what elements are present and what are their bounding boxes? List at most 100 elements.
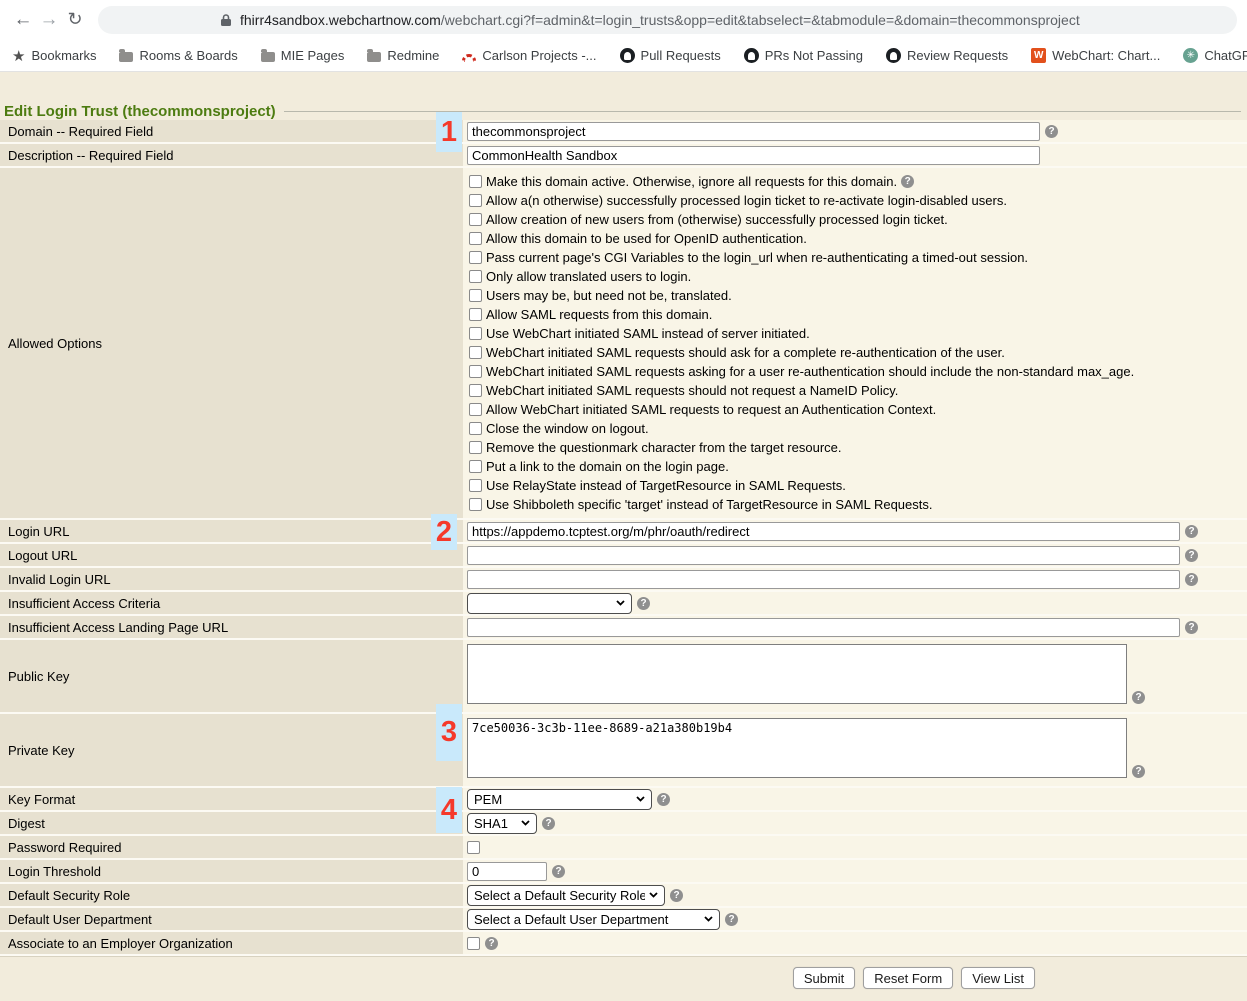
- bookmark-item[interactable]: MIE Pages: [261, 48, 345, 63]
- back-icon[interactable]: [10, 9, 36, 31]
- default-user-department-select[interactable]: Select a Default User Department: [467, 909, 720, 930]
- public-key-label: Public Key: [0, 640, 463, 712]
- help-icon[interactable]: [1185, 621, 1198, 634]
- address-bar[interactable]: fhirr4sandbox.webchartnow.com/webchart.c…: [98, 6, 1237, 34]
- insufficient-access-criteria-select[interactable]: [467, 593, 632, 614]
- bookmark-item[interactable]: Pull Requests: [620, 48, 721, 63]
- bookmark-item[interactable]: Rooms & Boards: [119, 48, 237, 63]
- default-security-role-label: Default Security Role: [0, 884, 463, 906]
- domain-input[interactable]: [467, 122, 1040, 141]
- allowed-options-list: Make this domain active. Otherwise, igno…: [463, 168, 1247, 518]
- help-icon[interactable]: [1185, 549, 1198, 562]
- help-icon[interactable]: [542, 817, 555, 830]
- bookmark-item[interactable]: PRs Not Passing: [744, 48, 863, 63]
- help-icon[interactable]: [1185, 525, 1198, 538]
- allowed-option-checkbox[interactable]: [469, 441, 482, 454]
- help-icon[interactable]: [1132, 691, 1145, 704]
- logout-url-input[interactable]: [467, 546, 1180, 565]
- allowed-option-checkbox[interactable]: [469, 270, 482, 283]
- allowed-option-label: Users may be, but need not be, translate…: [486, 288, 732, 303]
- associate-employer-org-checkbox[interactable]: [467, 937, 480, 950]
- annotation-step-1: 1: [436, 112, 462, 152]
- row-default-user-department: Default User Department Select a Default…: [0, 908, 1247, 932]
- password-required-checkbox[interactable]: [467, 841, 480, 854]
- private-key-textarea[interactable]: 7ce50036-3c3b-11ee-8689-a21a380b19b4: [467, 718, 1127, 778]
- domain-label: Domain -- Required Field: [0, 120, 463, 142]
- allowed-option-checkbox[interactable]: [469, 327, 482, 340]
- invalid-login-url-input[interactable]: [467, 570, 1180, 589]
- allowed-option-checkbox[interactable]: [469, 251, 482, 264]
- allowed-option-checkbox[interactable]: [469, 498, 482, 511]
- reset-form-button[interactable]: Reset Form: [863, 967, 953, 989]
- allowed-option: Pass current page's CGI Variables to the…: [469, 248, 1247, 267]
- allowed-option-checkbox[interactable]: [469, 308, 482, 321]
- insufficient-access-landing-input[interactable]: [467, 618, 1180, 637]
- row-description: Description -- Required Field: [0, 144, 1247, 168]
- help-icon[interactable]: [1132, 765, 1145, 778]
- chevron-down-icon: [649, 892, 658, 898]
- allowed-option-checkbox[interactable]: [469, 232, 482, 245]
- description-input[interactable]: [467, 146, 1040, 165]
- allowed-option: WebChart initiated SAML requests asking …: [469, 362, 1247, 381]
- view-list-button[interactable]: View List: [961, 967, 1035, 989]
- help-icon[interactable]: [552, 865, 565, 878]
- allowed-option: Allow this domain to be used for OpenID …: [469, 229, 1247, 248]
- digest-select[interactable]: SHA1: [467, 813, 537, 834]
- row-allowed-options: Allowed Options Make this domain active.…: [0, 168, 1247, 520]
- chevron-down-icon: [616, 600, 625, 606]
- form-legend: Edit Login Trust (thecommonsproject): [0, 72, 1247, 120]
- allowed-option-label: Allow SAML requests from this domain.: [486, 307, 712, 322]
- allowed-option-checkbox[interactable]: [469, 403, 482, 416]
- bookmark-item[interactable]: Redmine: [367, 48, 439, 63]
- bookmark-item[interactable]: ChatGPT: [1183, 48, 1247, 63]
- chevron-down-icon: [636, 796, 645, 802]
- key-format-select[interactable]: PEM: [467, 789, 652, 810]
- help-icon[interactable]: [1045, 125, 1058, 138]
- chevron-down-icon: [521, 820, 530, 826]
- allowed-option-checkbox[interactable]: [469, 213, 482, 226]
- reload-icon[interactable]: [62, 9, 88, 31]
- bookmark-label: Review Requests: [907, 48, 1008, 63]
- row-private-key: Private Key 7ce50036-3c3b-11ee-8689-a21a…: [0, 714, 1247, 788]
- bookmark-item[interactable]: Review Requests: [886, 48, 1008, 63]
- allowed-option-label: Allow a(n otherwise) successfully proces…: [486, 193, 1007, 208]
- allowed-option-checkbox[interactable]: [469, 460, 482, 473]
- forward-icon[interactable]: [36, 9, 62, 31]
- allowed-option-checkbox[interactable]: [469, 289, 482, 302]
- row-invalid-login-url: Invalid Login URL: [0, 568, 1247, 592]
- allowed-option-checkbox[interactable]: [469, 479, 482, 492]
- bookmark-item[interactable]: Bookmarks: [12, 47, 96, 65]
- allowed-option-checkbox[interactable]: [469, 422, 482, 435]
- default-security-role-select[interactable]: Select a Default Security Role: [467, 885, 665, 906]
- allowed-option-checkbox[interactable]: [469, 194, 482, 207]
- login-threshold-input[interactable]: [467, 862, 547, 881]
- public-key-textarea[interactable]: [467, 644, 1127, 704]
- help-icon[interactable]: [670, 889, 683, 902]
- allowed-option-label: Pass current page's CGI Variables to the…: [486, 250, 1028, 265]
- url-text[interactable]: fhirr4sandbox.webchartnow.com/webchart.c…: [240, 12, 1080, 28]
- help-icon[interactable]: [637, 597, 650, 610]
- submit-button[interactable]: Submit: [793, 967, 855, 989]
- row-password-required: Password Required: [0, 836, 1247, 860]
- allowed-option-label: Put a link to the domain on the login pa…: [486, 459, 729, 474]
- allowed-option-checkbox[interactable]: [469, 346, 482, 359]
- bookmark-label: MIE Pages: [281, 48, 345, 63]
- allowed-option-checkbox[interactable]: [469, 384, 482, 397]
- help-icon[interactable]: [657, 793, 670, 806]
- bookmark-item[interactable]: WebChart: Chart...: [1031, 48, 1160, 63]
- help-icon[interactable]: [485, 937, 498, 950]
- lock-icon[interactable]: [220, 13, 232, 27]
- login-url-input[interactable]: [467, 522, 1180, 541]
- allowed-option: Remove the questionmark character from t…: [469, 438, 1247, 457]
- row-logout-url: Logout URL: [0, 544, 1247, 568]
- help-icon[interactable]: [901, 175, 914, 188]
- allowed-options-label: Allowed Options: [0, 168, 463, 518]
- bookmark-label: WebChart: Chart...: [1052, 48, 1160, 63]
- associate-employer-org-label: Associate to an Employer Organization: [0, 932, 463, 954]
- allowed-option-checkbox[interactable]: [469, 175, 482, 188]
- row-associate-employer-org: Associate to an Employer Organization: [0, 932, 1247, 956]
- help-icon[interactable]: [725, 913, 738, 926]
- bookmark-item[interactable]: Carlson Projects -...: [462, 48, 596, 63]
- allowed-option-checkbox[interactable]: [469, 365, 482, 378]
- help-icon[interactable]: [1185, 573, 1198, 586]
